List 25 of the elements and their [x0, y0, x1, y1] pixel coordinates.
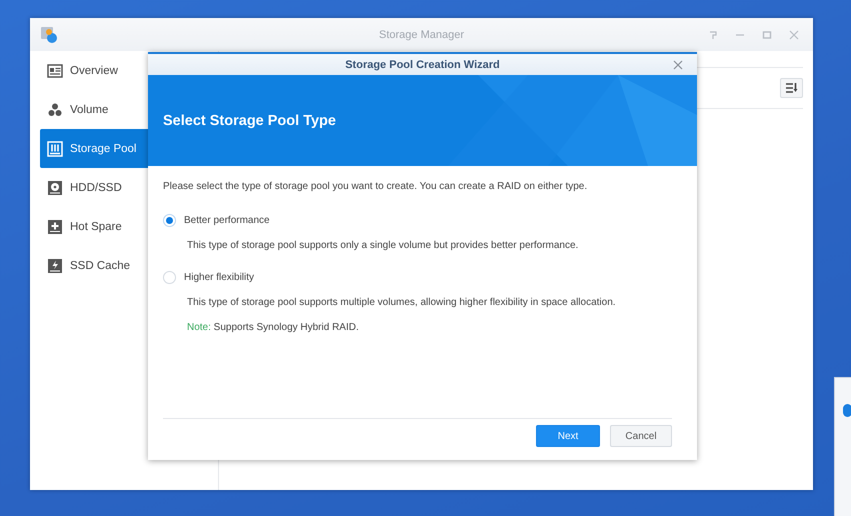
radio-button[interactable]: [163, 271, 176, 284]
overview-icon: [47, 62, 63, 78]
sidebar-item[interactable]: Overview: [40, 51, 218, 90]
close-icon[interactable]: [789, 30, 799, 40]
window-title: Storage Manager: [379, 28, 464, 40]
sort-icon: [786, 83, 798, 93]
option-description: This type of storage pool supports multiple volumes, allowing higher flexibility in space allocation.: [187, 297, 617, 308]
app-logo-icon: [40, 26, 58, 44]
maximize-icon[interactable]: [762, 30, 772, 40]
note-text: Note: Supports Synology Hybrid RAID.: [187, 322, 360, 333]
cancel-button[interactable]: Cancel: [610, 425, 672, 447]
option-label[interactable]: Better performance: [184, 215, 270, 226]
cubes-icon: [47, 102, 63, 118]
radio-button[interactable]: [163, 214, 176, 227]
lightning-icon: [47, 258, 63, 274]
close-icon[interactable]: [673, 60, 683, 70]
help-icon[interactable]: [708, 30, 718, 40]
instruction-text: Please select the type of storage pool you want to create. You can create a RAID on either type.: [163, 181, 588, 192]
plus-icon: [47, 218, 63, 234]
option-description: This type of storage pool supports only a single volume but provides better performance.: [187, 240, 580, 251]
columns-icon: [47, 140, 63, 156]
wizard-heading: Select Storage Pool Type: [163, 112, 336, 128]
option-label[interactable]: Higher flexibility: [184, 272, 254, 283]
sort-button[interactable]: [780, 78, 803, 98]
dialog-title: Storage Pool Creation Wizard: [345, 58, 500, 70]
